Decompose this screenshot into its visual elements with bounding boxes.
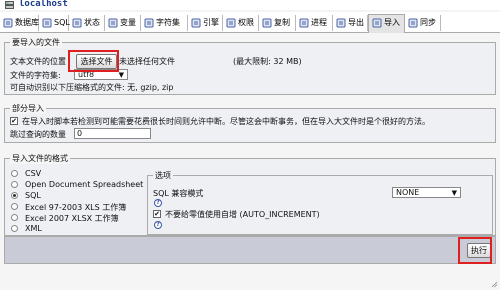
format-radio[interactable] xyxy=(11,170,18,177)
tab-0[interactable]: 数据库 xyxy=(0,15,39,31)
format-label: SQL xyxy=(25,191,41,200)
file-location-label: 文本文件的位置 xyxy=(10,57,66,66)
processes-icon xyxy=(299,18,309,28)
allow-interrupt-checkbox[interactable]: ✔ xyxy=(10,117,18,125)
tab-label: 复制 xyxy=(274,18,290,27)
format-label: CSV xyxy=(25,169,42,178)
format-radio[interactable] xyxy=(11,181,18,188)
skip-queries-input[interactable]: 0 xyxy=(74,128,151,139)
tab-label: 导出 xyxy=(348,18,364,27)
tab-8[interactable]: 进程 xyxy=(296,15,333,31)
tab-label: 导入 xyxy=(384,18,400,27)
tab-label: 状态 xyxy=(84,18,100,27)
sql-compat-value: NONE xyxy=(396,188,420,197)
tab-1[interactable]: SQL xyxy=(39,15,70,31)
format-radio[interactable] xyxy=(11,203,18,210)
chevron-down-icon: ▼ xyxy=(118,71,124,79)
format-label: Open Document Spreadsheet xyxy=(25,180,144,189)
tab-3[interactable]: 变量 xyxy=(105,15,141,31)
skip-queries-label: 跳过查询的数量 xyxy=(10,130,66,139)
auto-increment-checkbox[interactable]: ✔ xyxy=(153,210,161,218)
tab-4[interactable]: 字符集 xyxy=(141,15,188,31)
file-section-legend: 要导入的文件 xyxy=(10,37,62,48)
footer-bar: 执行 xyxy=(4,236,496,264)
tab-9[interactable]: 导出 xyxy=(333,15,368,31)
tab-11[interactable]: 同步 xyxy=(405,15,441,31)
database-icon xyxy=(3,18,13,28)
no-file-chosen-text: 未选择任何文件 xyxy=(119,57,175,66)
tab-10[interactable]: 导入 xyxy=(368,14,405,33)
status-icon xyxy=(72,18,82,28)
partial-import-section: 部分导入 ✔ 在导入时脚本若检测到可能需要花费很长时间则允许中断。尽管这会中断事… xyxy=(4,103,496,143)
tab-6[interactable]: 权限 xyxy=(223,15,259,31)
sync-icon xyxy=(408,18,418,28)
engines-icon xyxy=(191,18,201,28)
tab-2[interactable]: 状态 xyxy=(69,15,105,31)
sql-compat-label: SQL 兼容模式 xyxy=(153,189,204,198)
choose-file-highlight xyxy=(68,50,119,72)
help-icon[interactable]: ? xyxy=(154,221,162,229)
tab-label: 数据库 xyxy=(15,18,39,27)
format-radio[interactable] xyxy=(11,214,18,221)
export-icon xyxy=(336,18,346,28)
tab-bar: 数据库 SQL 状态 变量 字符集 引擎 权限 复制 进程 导出 导入 同步 xyxy=(0,12,500,33)
chevron-down-icon: ▼ xyxy=(451,189,457,197)
tab-label: SQL xyxy=(54,18,70,27)
window-title-bar: localhost xyxy=(0,0,500,10)
tab-label: 字符集 xyxy=(156,18,180,27)
auto-increment-label: 不要给零值使用自增 (AUTO_INCREMENT) xyxy=(165,210,320,219)
sql-compat-select[interactable]: NONE ▼ xyxy=(392,187,461,198)
tab-label: 变量 xyxy=(120,18,136,27)
replication-icon xyxy=(262,18,272,28)
format-label: Excel 97-2003 XLS 工作簿 xyxy=(25,203,127,212)
tab-7[interactable]: 复制 xyxy=(259,15,296,31)
sql-icon xyxy=(42,18,52,28)
format-radio[interactable] xyxy=(11,225,18,232)
partial-import-legend: 部分导入 xyxy=(10,103,46,114)
help-icon[interactable]: ? xyxy=(154,199,162,207)
format-label: XML xyxy=(25,224,42,233)
import-icon xyxy=(372,18,382,28)
variables-icon xyxy=(108,18,118,28)
options-box: 选项 SQL 兼容模式 NONE ▼ ? ✔ 不要给零值使用自增 (AUTO_I… xyxy=(147,170,493,235)
server-icon xyxy=(5,1,14,9)
charset-label: 文件的字符集: xyxy=(10,71,61,80)
format-label: Excel 2007 XLSX 工作簿 xyxy=(25,214,119,223)
import-format-section: 导入文件的格式 CSV Open Document Spreadsheet SQL E… xyxy=(4,153,496,236)
format-radio[interactable] xyxy=(11,192,18,199)
execute-highlight xyxy=(458,237,492,264)
tab-5[interactable]: 引擎 xyxy=(188,15,223,31)
window-title: localhost xyxy=(19,0,68,9)
charset-icon xyxy=(144,18,154,28)
import-format-legend: 导入文件的格式 xyxy=(10,153,70,164)
resize-grip-icon[interactable] xyxy=(491,281,498,288)
options-legend: 选项 xyxy=(153,170,173,181)
privileges-icon xyxy=(226,18,236,28)
tab-label: 权限 xyxy=(238,18,254,27)
allow-interrupt-label: 在导入时脚本若检测到可能需要花费很长时间则允许中断。尽管这会中断事务，但在导入大… xyxy=(22,117,430,126)
max-size-text: (最大限制: 32 MB) xyxy=(233,57,302,66)
compression-note: 可自动识别以下压缩格式的文件: 无, gzip, zip xyxy=(10,83,174,92)
tab-label: 进程 xyxy=(311,18,327,27)
tab-label: 引擎 xyxy=(203,18,219,27)
tab-label: 同步 xyxy=(420,18,436,27)
